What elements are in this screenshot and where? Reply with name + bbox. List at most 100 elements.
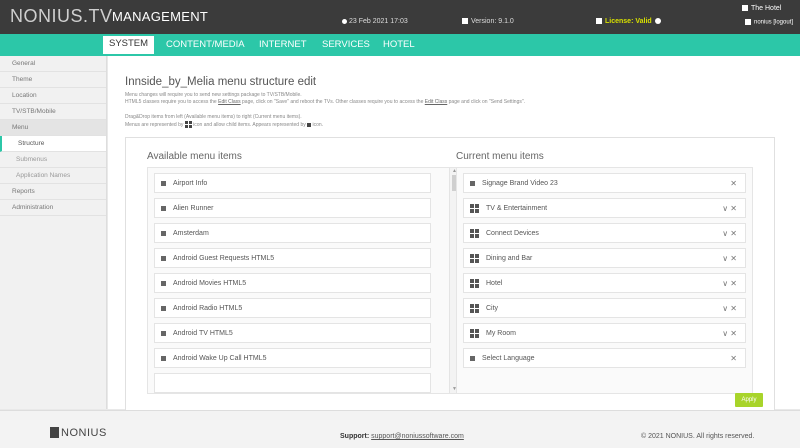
list-item[interactable] bbox=[154, 373, 431, 393]
list-item[interactable]: Signage Brand Video 23 ✕ bbox=[463, 173, 746, 193]
sidebar-item-structure[interactable]: Structure bbox=[0, 136, 106, 152]
license-text: License: Valid bbox=[605, 18, 652, 25]
page-title: Innside_by_Melia menu structure edit bbox=[125, 76, 317, 88]
item-icon bbox=[161, 180, 166, 186]
item-label: Signage Brand Video 23 bbox=[482, 180, 558, 187]
tab-internet[interactable]: INTERNET bbox=[259, 38, 307, 52]
menu-icon bbox=[470, 253, 479, 263]
drag-drop-note: Drag&Drop items from left (Available men… bbox=[125, 114, 302, 120]
item-label: Android Wake Up Call HTML5 bbox=[173, 355, 267, 362]
list-item[interactable]: Android Guest Requests HTML5 bbox=[154, 248, 431, 268]
sidebar-item-general[interactable]: General bbox=[0, 56, 106, 72]
list-item[interactable]: Alien Runner bbox=[154, 198, 431, 218]
sidebar-item-application-names[interactable]: Application Names bbox=[0, 168, 106, 184]
current-list[interactable]: Signage Brand Video 23 ✕ TV & Entertainme… bbox=[456, 167, 753, 394]
item-label: Select Language bbox=[482, 355, 535, 362]
info-text: HTML5 classes require you to access the bbox=[125, 99, 219, 105]
item-label: Alien Runner bbox=[173, 205, 214, 212]
hotel-icon bbox=[742, 5, 748, 12]
hotel-selector[interactable]: The Hotel bbox=[742, 5, 781, 12]
tab-services[interactable]: SERVICES bbox=[322, 38, 370, 52]
hotel-name: The Hotel bbox=[751, 5, 782, 12]
brand-logo: NONIUS.TV bbox=[10, 6, 113, 26]
tab-content-media[interactable]: CONTENT/MEDIA bbox=[166, 38, 245, 52]
expand-remove-icons[interactable]: ∨ ✕ bbox=[722, 299, 737, 318]
license-status[interactable]: License: Valid bbox=[596, 18, 661, 25]
menu-icon bbox=[184, 121, 192, 128]
remove-icon[interactable]: ✕ bbox=[730, 174, 737, 193]
edit-class-link[interactable]: Edit Class bbox=[218, 99, 241, 105]
list-item[interactable]: Android TV HTML5 bbox=[154, 323, 431, 343]
item-icon bbox=[161, 255, 166, 261]
user-menu[interactable]: nonius [logout] bbox=[745, 19, 793, 26]
list-item[interactable]: Android Wake Up Call HTML5 bbox=[154, 348, 431, 368]
sidebar-item-reports[interactable]: Reports bbox=[0, 184, 106, 200]
item-label: Android Movies HTML5 bbox=[173, 280, 247, 287]
user-name: nonius [logout] bbox=[754, 19, 794, 26]
available-list[interactable]: Airport Info Alien Runner Amsterdam Andr… bbox=[147, 167, 458, 394]
user-icon bbox=[745, 19, 751, 25]
item-icon bbox=[307, 122, 312, 127]
item-label: City bbox=[486, 305, 499, 312]
item-icon bbox=[161, 355, 166, 361]
legend-note: Menus are represented by icon and allow … bbox=[125, 121, 323, 128]
support-email-link[interactable]: support@noniussoftware.com bbox=[371, 433, 464, 440]
nonius-logo-icon bbox=[50, 427, 59, 438]
list-item[interactable]: TV & Entertainment ∨ ✕ bbox=[463, 198, 746, 218]
apply-button[interactable]: Apply bbox=[735, 393, 763, 407]
item-icon bbox=[470, 180, 475, 186]
sidebar-item-submenus[interactable]: Submenus bbox=[0, 152, 106, 168]
item-icon bbox=[161, 230, 166, 236]
item-label: Airport Info bbox=[173, 180, 208, 187]
list-item[interactable]: My Room ∨ ✕ bbox=[463, 323, 746, 343]
version-icon bbox=[462, 18, 468, 25]
list-item[interactable]: Connect Devices ∨ ✕ bbox=[463, 223, 746, 243]
menu-icon bbox=[470, 203, 479, 213]
list-item[interactable]: Android Radio HTML5 bbox=[154, 298, 431, 318]
expand-remove-icons[interactable]: ∨ ✕ bbox=[722, 224, 737, 243]
main-panel: Innside_by_Melia menu structure edit Men… bbox=[108, 56, 800, 413]
item-icon bbox=[470, 355, 475, 361]
item-label: Android Radio HTML5 bbox=[173, 305, 243, 312]
sidebar-item-theme[interactable]: Theme bbox=[0, 72, 106, 88]
item-label: Connect Devices bbox=[486, 230, 539, 237]
list-item[interactable]: Dining and Bar ∨ ✕ bbox=[463, 248, 746, 268]
list-item[interactable]: Select Language ✕ bbox=[463, 348, 746, 368]
item-icon bbox=[161, 330, 166, 336]
expand-remove-icons[interactable]: ∨ ✕ bbox=[722, 199, 737, 218]
info-text: page, click on "Save" and reboot the TVs… bbox=[240, 99, 425, 105]
item-icon bbox=[161, 205, 166, 211]
list-item[interactable]: Airport Info bbox=[154, 173, 431, 193]
info-text: Menus are represented by bbox=[125, 121, 184, 128]
sidebar-item-menu[interactable]: Menu bbox=[0, 120, 106, 136]
expand-remove-icons[interactable]: ∨ ✕ bbox=[722, 324, 737, 343]
expand-remove-icons[interactable]: ∨ ✕ bbox=[722, 249, 737, 268]
edit-class-link[interactable]: Edit Class bbox=[425, 99, 448, 105]
list-item[interactable]: Hotel ∨ ✕ bbox=[463, 273, 746, 293]
help-icon[interactable] bbox=[654, 18, 661, 25]
item-label: Hotel bbox=[486, 280, 503, 287]
sidebar: General Theme Location TV/STB/Mobile Men… bbox=[0, 56, 107, 409]
sidebar-item-tv-stb-mobile[interactable]: TV/STB/Mobile bbox=[0, 104, 106, 120]
expand-remove-icons[interactable]: ∨ ✕ bbox=[722, 274, 737, 293]
info-text: icon and allow child items. Appears repr… bbox=[193, 121, 306, 128]
list-item[interactable]: Amsterdam bbox=[154, 223, 431, 243]
menu-editor-card: Available menu items Current menu items … bbox=[125, 137, 775, 413]
main-nav: SYSTEM CONTENT/MEDIA INTERNET SERVICES H… bbox=[0, 34, 800, 56]
top-bar: NONIUS.TV MANAGEMENT 23 Feb 2021 17:03 V… bbox=[0, 0, 800, 34]
tab-system[interactable]: SYSTEM bbox=[103, 36, 155, 54]
version-text: Version: 9.1.0 bbox=[471, 18, 514, 25]
footer: NONIUS Support: support@noniussoftware.c… bbox=[0, 410, 800, 448]
info-text: page and click on "Send Settings". bbox=[447, 99, 526, 105]
list-item[interactable]: Android Movies HTML5 bbox=[154, 273, 431, 293]
menu-icon bbox=[470, 278, 479, 288]
item-label: Dining and Bar bbox=[486, 255, 533, 262]
menu-icon bbox=[470, 328, 479, 338]
list-item[interactable]: City ∨ ✕ bbox=[463, 298, 746, 318]
item-label: Amsterdam bbox=[173, 230, 209, 237]
sidebar-item-location[interactable]: Location bbox=[0, 88, 106, 104]
datetime-text: 23 Feb 2021 17:03 bbox=[349, 18, 408, 25]
tab-hotel[interactable]: HOTEL bbox=[383, 38, 415, 52]
remove-icon[interactable]: ✕ bbox=[730, 349, 737, 368]
sidebar-item-administration[interactable]: Administration bbox=[0, 200, 106, 216]
